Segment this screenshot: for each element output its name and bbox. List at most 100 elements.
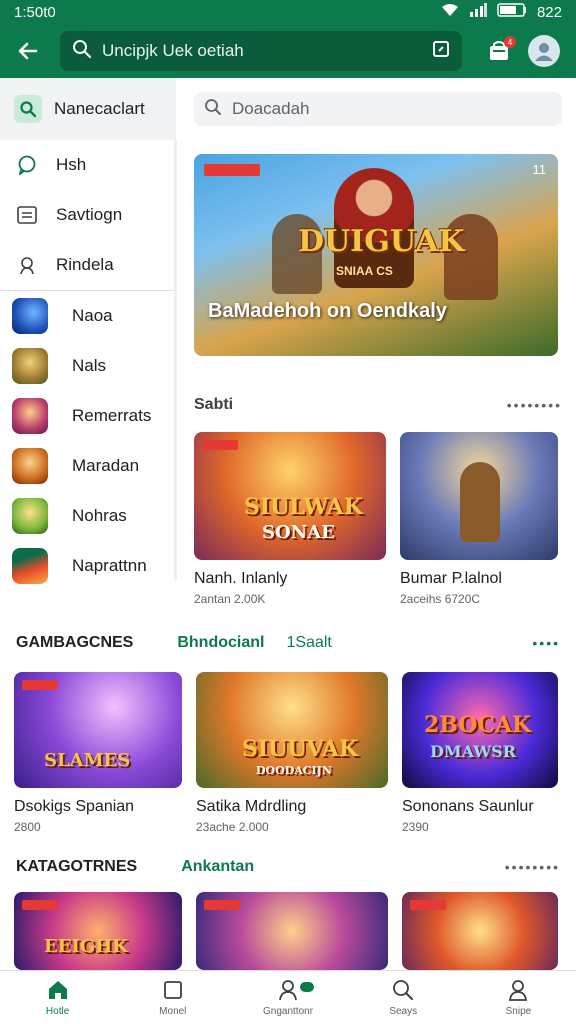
nav-label: Hotle [45, 1006, 70, 1017]
card-art-subtitle: DOODACIJN [256, 764, 332, 777]
home-icon [46, 978, 70, 1002]
more-dots-icon[interactable]: •••••••• [505, 859, 560, 875]
app-thumbnail [12, 348, 48, 384]
card-art-title: SIUUVAK [242, 736, 359, 762]
app-bar: Uncipjk Uek oetiah 4 [0, 24, 576, 78]
game-card[interactable]: SIULWAK SONAE Nanh. Inlanly 2antan 2.00K [194, 432, 386, 606]
status-time: 1:50t0 [14, 3, 56, 21]
card-tag [22, 900, 58, 910]
battery-icon [497, 3, 527, 21]
game-card[interactable]: 2BOCAK DMAWSR Sononans Saunlur 2390 [402, 672, 558, 834]
sidebar-item-rindela[interactable]: Rindela [0, 240, 176, 290]
sidebar-item-label: Rindela [56, 255, 114, 274]
sidebar: Nanecaclart Hsh Savtiogn Rindela Naoa Na… [0, 78, 176, 600]
nav-label: Monel [159, 1006, 187, 1017]
tab-1saalt[interactable]: 1Saalt [286, 634, 331, 652]
card-title: Dsokigs Spanian [14, 798, 135, 815]
profile-icon [506, 978, 530, 1002]
more-dots-icon[interactable]: •••• [532, 635, 560, 651]
card-subtitle: 2antan 2.00K [194, 592, 266, 606]
game-card-art [400, 432, 558, 560]
person-icon [276, 978, 314, 1002]
sidebar-app-item[interactable]: Nohras [0, 491, 176, 541]
nav-home[interactable]: Hotle [0, 971, 115, 1024]
card-subtitle: 2800 [14, 820, 41, 834]
nav-monel[interactable]: Monel [115, 971, 230, 1024]
game-card-art[interactable] [402, 892, 558, 970]
sidebar-header-label: Nanecaclart [54, 99, 145, 118]
card-art-title: SLAMES [44, 750, 131, 771]
card-tag [202, 440, 238, 450]
wifi-icon [441, 3, 459, 21]
row2-cards: SLAMES Dsokigs Spanian 2800 SIUUVAK DOOD… [14, 672, 558, 834]
person-icon [16, 254, 38, 276]
card-art-subtitle: SONAE [262, 522, 335, 543]
nav-seays[interactable]: Seays [346, 971, 461, 1024]
sidebar-item-savtiogn[interactable]: Savtiogn [0, 190, 176, 240]
search-icon [72, 39, 92, 64]
banner-counter: 11 [532, 162, 547, 177]
content-search-input[interactable]: Doacadah [194, 92, 562, 126]
card-subtitle: 2390 [402, 820, 429, 834]
signal-icon [469, 3, 487, 21]
game-card-art[interactable]: EEIGHK [14, 892, 182, 970]
card-tag [410, 900, 446, 910]
status-bar: 1:50t0 822 [0, 0, 576, 24]
top-search-bar[interactable]: Uncipjk Uek oetiah [60, 31, 462, 71]
main-content: Doacadah 11 DUIGUAK SNIAA CS BaMadehoh o… [194, 92, 562, 606]
game-card[interactable]: Bumar P.lalnol 2aceihs 6720C [400, 432, 558, 606]
chat-bubble-icon [16, 154, 38, 176]
sidebar-app-label: Maradan [72, 456, 140, 475]
top-search-text: Uncipjk Uek oetiah [102, 41, 244, 60]
list-icon [16, 204, 38, 226]
banner-art-subtitle: SNIAA CS [336, 264, 393, 278]
nav-gnganttonr[interactable]: Gnganttonr [230, 971, 345, 1024]
square-icon [161, 978, 185, 1002]
section-title: Sabti [194, 396, 234, 413]
row3-cards: EEIGHK [14, 892, 558, 970]
tab-ankantan[interactable]: Ankantan [181, 858, 254, 876]
more-dots-icon[interactable]: •••••••• [507, 397, 562, 413]
row3-titles: KATAGOTRNES Ankantan [16, 858, 254, 876]
game-card[interactable]: SLAMES Dsokigs Spanian 2800 [14, 672, 182, 834]
card-art-subtitle: DMAWSR [430, 742, 517, 761]
search-icon [391, 978, 415, 1002]
card-row: SIULWAK SONAE Nanh. Inlanly 2antan 2.00K… [194, 432, 562, 606]
card-tag [204, 900, 240, 910]
game-card-art[interactable] [196, 892, 388, 970]
nav-label: Snipe [505, 1006, 532, 1017]
sidebar-app-item[interactable]: Nals [0, 341, 176, 391]
nav-label: Gnganttonr [262, 1006, 314, 1017]
card-art-title: 2BOCAK [424, 712, 532, 738]
search-icon [204, 98, 222, 121]
sidebar-header[interactable]: Nanecaclart [0, 78, 176, 140]
cart-button[interactable]: 4 [482, 34, 516, 68]
game-card[interactable]: SIUUVAK DOODACIJN Satika Mdrdling 23ache… [196, 672, 388, 834]
sidebar-app-item[interactable]: Maradan [0, 441, 176, 491]
sidebar-app-label: Nals [72, 356, 107, 375]
tab-bhndocianl[interactable]: Bhndocianl [177, 634, 264, 652]
row3-header: KATAGOTRNES Ankantan •••••••• [16, 858, 560, 876]
banner-art-title: DUIGUAK [298, 224, 465, 259]
nav-snipe[interactable]: Snipe [461, 971, 576, 1024]
row2-header: GAMBAGCNES Bhndocianl 1Saalt •••• [16, 634, 560, 652]
nav-badge [300, 982, 314, 992]
sidebar-app-label: Naprattnn [72, 556, 147, 575]
game-card-art: SIULWAK SONAE [194, 432, 386, 560]
back-button[interactable] [10, 33, 46, 69]
card-title: Bumar P.lalnol [400, 570, 502, 587]
card-figure [460, 462, 500, 542]
row3-title: KATAGOTRNES [16, 858, 138, 875]
sidebar-app-item[interactable]: Naoa [0, 291, 176, 341]
row2-title: GAMBAGCNES [16, 634, 134, 651]
app-thumbnail [12, 548, 48, 584]
sidebar-app-item[interactable]: Remerrats [0, 391, 176, 441]
card-title: Satika Mdrdling [196, 798, 307, 815]
featured-banner[interactable]: 11 DUIGUAK SNIAA CS BaMadehoh on Oendkal… [194, 154, 558, 356]
sidebar-app-item[interactable]: Naprattnn [0, 541, 176, 591]
card-art-title: SIULWAK [244, 494, 363, 520]
avatar[interactable] [528, 35, 560, 67]
scan-icon[interactable] [432, 40, 450, 63]
sidebar-item-hsh[interactable]: Hsh [0, 140, 176, 190]
sidebar-scrollbar[interactable] [174, 140, 177, 580]
